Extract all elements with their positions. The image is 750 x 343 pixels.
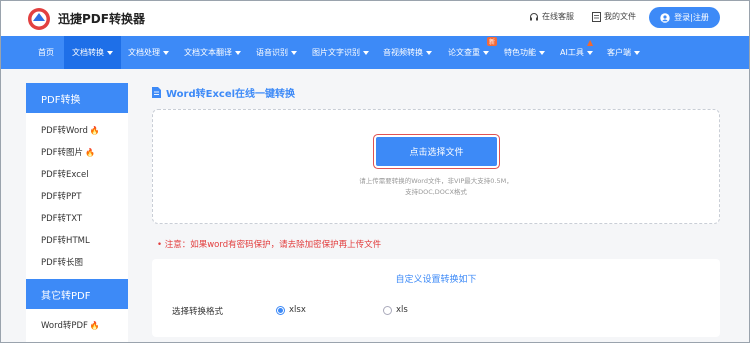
sidebar-item-label: Word转PDF <box>41 321 88 331</box>
sidebar: PDF转换 PDF转Word 🔥 PDF转图片 🔥 PDF转Excel PDF转PP… <box>26 83 128 342</box>
radio-label: xlsx <box>289 305 306 315</box>
sidebar-item-pdf-to-ppt[interactable]: PDF转PPT <box>41 190 82 202</box>
hot-icon: 🔥 <box>89 320 100 330</box>
sidebar-item-label: PDF转HTML <box>41 236 90 246</box>
sidebar-item-label: PDF转TXT <box>41 214 83 224</box>
top-header: 迅捷PDF转换器 在线客服 我的文件 登录|注册 <box>1 1 749 36</box>
nav-label: 论文查重 <box>448 48 480 57</box>
nav-item-speech[interactable]: 语音识别 <box>256 36 297 69</box>
my-files-label: 我的文件 <box>604 12 636 21</box>
nav-item-doc-process[interactable]: 文档处理 <box>128 36 169 69</box>
chevron-down-icon <box>107 50 113 55</box>
nav-item-features[interactable]: 特色功能 <box>504 36 545 69</box>
nav-item-home[interactable]: 首页 <box>30 36 62 69</box>
radio-unselected-icon <box>383 305 392 315</box>
upload-hint-line1: 请上传需要转换的Word文件，非VIP最大支持0.5M， <box>359 177 513 185</box>
sidebar-item-label: PDF转图片 <box>41 148 84 158</box>
sidebar-item-label: PDF转Word <box>41 126 88 136</box>
nav-item-av-convert[interactable]: 音视频转换 <box>383 36 432 69</box>
radio-label: xls <box>396 305 408 315</box>
chevron-down-icon <box>483 50 489 55</box>
sidebar-item-label: PDF转PPT <box>41 192 82 202</box>
hot-icon: 🔥 <box>89 125 100 135</box>
radio-selected-icon <box>276 305 285 315</box>
brand-name: 迅捷PDF转换器 <box>58 12 145 26</box>
radio-xls[interactable]: xls <box>383 305 408 315</box>
my-files-link[interactable]: 我的文件 <box>592 11 636 22</box>
nav-label: 文档文本翻译 <box>184 48 232 57</box>
app-window: 迅捷PDF转换器 在线客服 我的文件 登录|注册 首页 文档转换 文档处理 文档… <box>0 0 750 343</box>
chevron-down-icon <box>426 50 432 55</box>
user-icon <box>660 12 670 23</box>
brand-logo[interactable] <box>27 7 51 31</box>
nav-item-client[interactable]: 客户端 <box>607 36 640 69</box>
chevron-down-icon <box>634 50 640 55</box>
password-notice: • 注意：如果word有密码保护，请去除加密保护再上传文件 <box>157 240 382 250</box>
nav-item-ocr[interactable]: 图片文字识别 <box>312 36 369 69</box>
hot-icon: ▲ <box>587 38 594 47</box>
sidebar-item-pdf-to-word[interactable]: PDF转Word 🔥 <box>41 124 100 137</box>
sidebar-item-word-to-pdf[interactable]: Word转PDF 🔥 <box>41 319 100 332</box>
sidebar-item-label: PDF转Excel <box>41 170 89 180</box>
chevron-down-icon <box>163 50 169 55</box>
sidebar-section-pdf-convert: PDF转换 <box>26 83 128 113</box>
nav-label: 图片文字识别 <box>312 48 360 57</box>
nav-item-doc-convert[interactable]: 文档转换 <box>64 36 121 69</box>
upload-hint-line2: 支持DOC,DOCX格式 <box>405 188 467 196</box>
nav-label: AI工具 <box>560 48 584 57</box>
format-label: 选择转换格式 <box>172 307 224 317</box>
headset-icon <box>530 12 538 20</box>
main-nav: 首页 文档转换 文档处理 文档文本翻译 语音识别 图片文字识别 音视频转换 论文… <box>1 36 749 69</box>
sidebar-item-pdf-to-long-image[interactable]: PDF转长图 <box>41 256 83 268</box>
file-drop-zone[interactable] <box>152 109 720 224</box>
customer-service-label: 在线客服 <box>542 12 574 21</box>
chevron-down-icon <box>586 50 593 55</box>
document-icon <box>152 87 161 98</box>
sidebar-item-pdf-to-txt[interactable]: PDF转TXT <box>41 212 82 224</box>
chevron-down-icon <box>291 50 297 55</box>
nav-label: 语音识别 <box>256 48 288 57</box>
settings-title: 自定义设置转换如下 <box>395 275 477 285</box>
nav-label: 文档转换 <box>72 48 104 57</box>
radio-xlsx[interactable]: xlsx <box>276 305 306 315</box>
page-title: Word转Excel在线一键转换 <box>152 85 295 100</box>
login-register-button[interactable]: 登录|注册 <box>649 7 720 28</box>
nav-label: 文档处理 <box>128 48 160 57</box>
nav-item-translate[interactable]: 文档文本翻译 <box>184 36 241 69</box>
chevron-down-icon <box>235 50 241 55</box>
nav-label: 音视频转换 <box>383 48 423 57</box>
customer-service-link[interactable]: 在线客服 <box>529 11 574 22</box>
select-file-button[interactable]: 点击选择文件 <box>376 137 497 166</box>
sidebar-item-pdf-to-excel[interactable]: PDF转Excel <box>41 168 89 180</box>
settings-panel: 自定义设置转换如下 选择转换格式 xlsx xls <box>152 259 720 337</box>
sidebar-item-pdf-to-image[interactable]: PDF转图片 🔥 <box>41 146 96 159</box>
nav-item-plagiarism[interactable]: 论文查重 <box>448 36 489 69</box>
chevron-down-icon <box>539 50 545 55</box>
nav-label: 客户端 <box>607 48 631 57</box>
sidebar-item-pdf-to-html[interactable]: PDF转HTML <box>41 234 90 246</box>
nav-label: 首页 <box>38 48 54 57</box>
document-icon <box>592 11 601 22</box>
sidebar-item-label: PDF转长图 <box>41 258 84 268</box>
new-badge: 新 <box>487 37 498 46</box>
nav-label: 特色功能 <box>504 48 536 57</box>
hot-icon: 🔥 <box>85 147 96 157</box>
login-register-label: 登录|注册 <box>674 13 709 22</box>
sidebar-section-to-pdf: 其它转PDF <box>26 279 128 309</box>
page-title-text: Word转Excel在线一键转换 <box>166 89 296 100</box>
chevron-down-icon <box>363 50 369 55</box>
